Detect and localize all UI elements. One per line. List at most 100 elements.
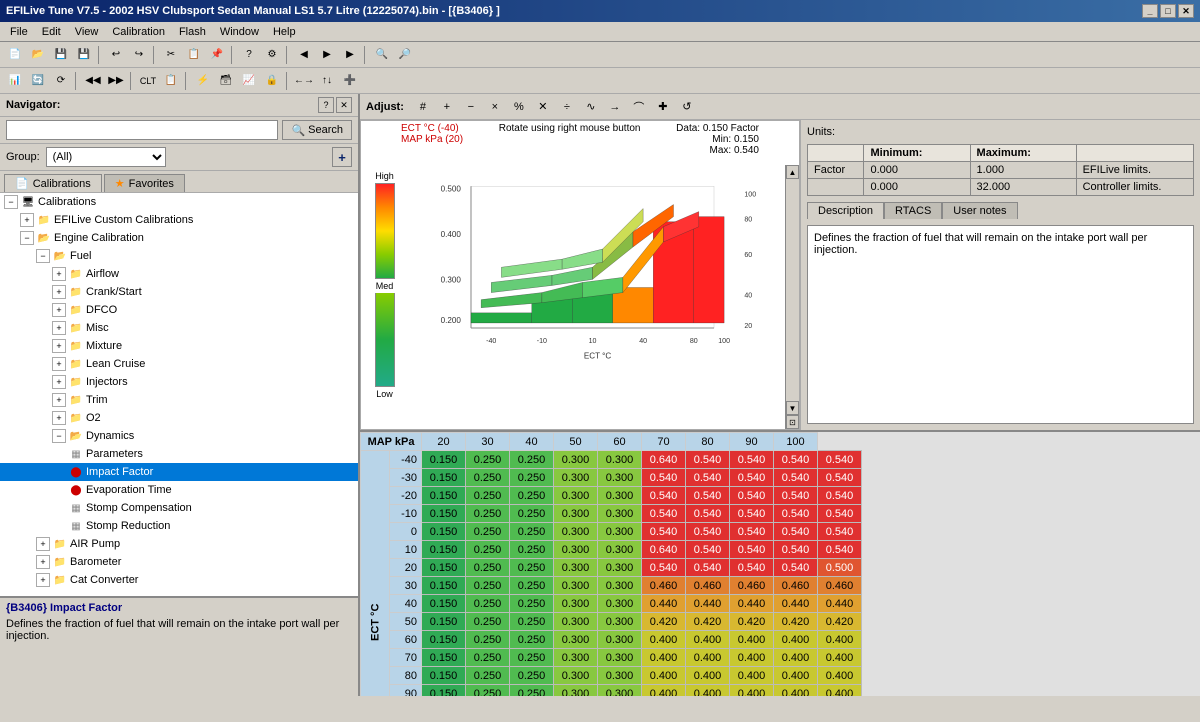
adj-refresh-button[interactable]: ↺ bbox=[676, 96, 698, 118]
table-cell[interactable]: 0.420 bbox=[686, 613, 730, 631]
expand-crank-start[interactable]: + bbox=[52, 285, 66, 299]
tb2-btn13[interactable]: ↑↓ bbox=[316, 70, 338, 92]
expand-efilive-custom[interactable]: + bbox=[20, 213, 34, 227]
ctrl-max-input[interactable] bbox=[977, 181, 1047, 193]
new-button[interactable]: 📄 bbox=[4, 44, 26, 66]
tb2-btn9[interactable]: 🗃 bbox=[215, 70, 237, 92]
table-cell[interactable]: 0.540 bbox=[774, 505, 818, 523]
table-cell[interactable]: 0.540 bbox=[730, 487, 774, 505]
menu-help[interactable]: Help bbox=[267, 24, 302, 40]
table-cell[interactable]: 0.250 bbox=[510, 469, 554, 487]
table-cell[interactable]: 0.250 bbox=[510, 649, 554, 667]
table-cell[interactable]: 0.540 bbox=[642, 487, 686, 505]
close-button[interactable]: ✕ bbox=[1178, 4, 1194, 18]
tb2-btn11[interactable]: 🔒 bbox=[261, 70, 283, 92]
table-cell[interactable]: 0.540 bbox=[642, 469, 686, 487]
tab-description[interactable]: Description bbox=[807, 202, 884, 219]
tree-container[interactable]: − 🖥 Calibrations + 📁 EFILive Custom Cali… bbox=[0, 193, 358, 596]
nav-close-button[interactable]: ✕ bbox=[336, 97, 352, 113]
tree-item-mixture[interactable]: + 📁 Mixture bbox=[0, 337, 358, 355]
table-row[interactable]: 600.1500.2500.2500.3000.3000.4000.4000.4… bbox=[361, 631, 862, 649]
next-button[interactable]: ▶ bbox=[316, 44, 338, 66]
table-cell[interactable]: 0.400 bbox=[686, 631, 730, 649]
scroll-down-button[interactable]: ▼ bbox=[786, 401, 799, 415]
table-cell[interactable]: 0.300 bbox=[598, 595, 642, 613]
table-cell[interactable]: 0.540 bbox=[730, 505, 774, 523]
table-cell[interactable]: 0.250 bbox=[466, 613, 510, 631]
table-cell[interactable]: 0.540 bbox=[818, 469, 862, 487]
table-cell[interactable]: 0.150 bbox=[422, 631, 466, 649]
menu-window[interactable]: Window bbox=[214, 24, 265, 40]
table-cell[interactable]: 0.300 bbox=[554, 649, 598, 667]
table-cell[interactable]: 0.400 bbox=[642, 685, 686, 697]
table-cell[interactable]: 0.300 bbox=[554, 469, 598, 487]
tree-item-impact-factor[interactable]: ⬤ Impact Factor bbox=[0, 463, 358, 481]
table-row[interactable]: ECT °C-400.1500.2500.2500.3000.3000.6400… bbox=[361, 451, 862, 469]
table-cell[interactable]: 0.300 bbox=[598, 523, 642, 541]
table-cell[interactable]: 0.400 bbox=[686, 685, 730, 697]
maximize-button[interactable]: □ bbox=[1160, 4, 1176, 18]
table-cell[interactable]: 0.250 bbox=[466, 523, 510, 541]
table-cell[interactable]: 0.540 bbox=[642, 559, 686, 577]
table-cell[interactable]: 0.250 bbox=[466, 541, 510, 559]
zoom-fit-button[interactable]: ⊡ bbox=[786, 415, 799, 429]
table-cell[interactable]: 0.250 bbox=[510, 667, 554, 685]
table-row[interactable]: 800.1500.2500.2500.3000.3000.4000.4000.4… bbox=[361, 667, 862, 685]
adj-plus-button[interactable]: + bbox=[436, 96, 458, 118]
table-cell[interactable]: 0.540 bbox=[730, 559, 774, 577]
expand-misc[interactable]: + bbox=[52, 321, 66, 335]
table-cell[interactable]: 0.300 bbox=[554, 505, 598, 523]
adj-cross-button[interactable]: ✚ bbox=[652, 96, 674, 118]
table-cell[interactable]: 0.250 bbox=[510, 505, 554, 523]
table-cell[interactable]: 0.400 bbox=[642, 649, 686, 667]
table-cell[interactable]: 0.300 bbox=[598, 631, 642, 649]
paste-button[interactable]: 📌 bbox=[206, 44, 228, 66]
table-cell[interactable]: 0.400 bbox=[774, 685, 818, 697]
table-cell[interactable]: 0.540 bbox=[686, 541, 730, 559]
redo-button[interactable]: ↪ bbox=[128, 44, 150, 66]
tree-item-misc[interactable]: + 📁 Misc bbox=[0, 319, 358, 337]
tb2-filter-icon[interactable]: ⚡ bbox=[192, 70, 214, 92]
table-cell[interactable]: 0.400 bbox=[818, 685, 862, 697]
table-cell[interactable]: 0.540 bbox=[686, 487, 730, 505]
table-cell[interactable]: 0.250 bbox=[466, 685, 510, 697]
table-cell[interactable]: 0.540 bbox=[730, 469, 774, 487]
table-cell[interactable]: 0.540 bbox=[730, 523, 774, 541]
tree-item-fuel[interactable]: − 📂 Fuel bbox=[0, 247, 358, 265]
table-cell[interactable]: 0.300 bbox=[598, 577, 642, 595]
table-cell[interactable]: 0.300 bbox=[554, 487, 598, 505]
chart-scrollbar[interactable]: ▲ ▼ ⊡ bbox=[785, 165, 799, 429]
table-row[interactable]: 200.1500.2500.2500.3000.3000.5400.5400.5… bbox=[361, 559, 862, 577]
table-row[interactable]: 900.1500.2500.2500.3000.3000.4000.4000.4… bbox=[361, 685, 862, 697]
menu-edit[interactable]: Edit bbox=[36, 24, 67, 40]
table-row[interactable]: 700.1500.2500.2500.3000.3000.4000.4000.4… bbox=[361, 649, 862, 667]
adj-div-button[interactable]: ÷ bbox=[556, 96, 578, 118]
adj-mul-button[interactable]: × bbox=[484, 96, 506, 118]
table-cell[interactable]: 0.540 bbox=[774, 487, 818, 505]
table-cell[interactable]: 0.300 bbox=[598, 667, 642, 685]
table-cell[interactable]: 0.420 bbox=[730, 613, 774, 631]
table-cell[interactable]: 0.250 bbox=[466, 469, 510, 487]
tb2-btn4[interactable]: ◀◀ bbox=[82, 70, 104, 92]
table-cell[interactable]: 0.540 bbox=[730, 541, 774, 559]
table-cell[interactable]: 0.300 bbox=[554, 667, 598, 685]
table-cell[interactable]: 0.300 bbox=[554, 451, 598, 469]
table-cell[interactable]: 0.250 bbox=[510, 685, 554, 697]
search-button[interactable]: 🔍 Search bbox=[282, 120, 352, 140]
expand-barometer[interactable]: + bbox=[36, 555, 50, 569]
tb2-btn5[interactable]: ▶▶ bbox=[105, 70, 127, 92]
table-cell[interactable]: 0.400 bbox=[730, 649, 774, 667]
table-cell[interactable]: 0.540 bbox=[818, 523, 862, 541]
table-cell[interactable]: 0.250 bbox=[466, 595, 510, 613]
table-cell[interactable]: 0.250 bbox=[466, 631, 510, 649]
expand-cat-converter[interactable]: + bbox=[36, 573, 50, 587]
expand-engine-cal[interactable]: − bbox=[20, 231, 34, 245]
table-cell[interactable]: 0.300 bbox=[598, 469, 642, 487]
expand-o2[interactable]: + bbox=[52, 411, 66, 425]
table-cell[interactable]: 0.540 bbox=[642, 523, 686, 541]
table-cell[interactable]: 0.250 bbox=[510, 577, 554, 595]
table-cell[interactable]: 0.300 bbox=[554, 559, 598, 577]
table-cell[interactable]: 0.440 bbox=[642, 595, 686, 613]
table-cell[interactable]: 0.300 bbox=[598, 541, 642, 559]
table-cell[interactable]: 0.400 bbox=[686, 649, 730, 667]
